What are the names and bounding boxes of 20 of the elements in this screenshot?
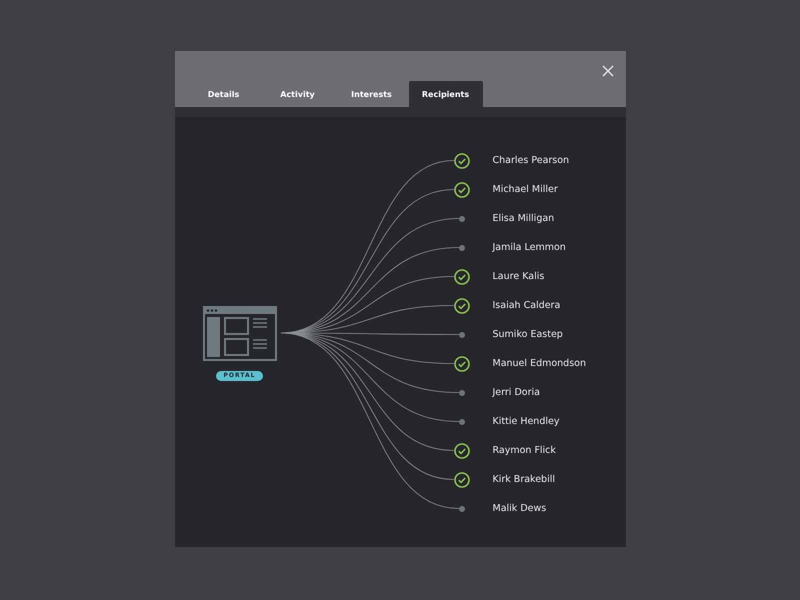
tab[interactable]: Recipients — [408, 81, 482, 107]
recipient-name: Michael Miller — [492, 184, 558, 195]
recipient-name: Malik Dews — [492, 503, 546, 514]
recipient-name: Kittie Hendley — [492, 416, 560, 427]
close-button[interactable] — [602, 65, 614, 77]
tab[interactable]: Interests — [334, 81, 408, 107]
recipient-name: Sumiko Eastep — [492, 329, 563, 340]
browser-window-icon — [202, 306, 276, 361]
tab[interactable]: Activity — [260, 81, 334, 107]
recipient-name: Manuel Edmondson — [492, 358, 586, 369]
recipient-name: Raymon Flick — [492, 445, 556, 456]
recipient-name: Elisa Milligan — [492, 213, 554, 224]
tab[interactable]: Details — [186, 81, 260, 107]
recipient-name: Kirk Brakebill — [492, 474, 555, 485]
close-icon — [602, 65, 614, 77]
recipient-name: Isaiah Caldera — [492, 300, 560, 311]
recipient-name: Charles Pearson — [492, 155, 570, 166]
recipient-name: Jamila Lemmon — [492, 242, 566, 253]
recipient-name: Laure Kalis — [492, 271, 544, 282]
recipient-name: Jerri Doria — [492, 387, 540, 398]
